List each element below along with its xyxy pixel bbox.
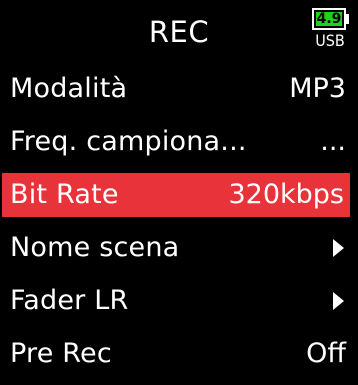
- battery-tip: [346, 14, 349, 24]
- title-bar: REC 4.9 USB: [0, 0, 358, 64]
- menu-item-label: Pre Rec: [10, 338, 112, 369]
- right-arrow-icon: [333, 292, 344, 310]
- menu-item-value: MP3: [289, 73, 346, 104]
- recorder-screen: REC 4.9 USB Modalità MP3 Freq. campiona.…: [0, 0, 358, 369]
- menu-item-label: Modalità: [10, 73, 128, 104]
- menu-item-bit-rate[interactable]: Bit Rate 320kbps: [2, 173, 350, 217]
- menu-item-value: 320kbps: [228, 179, 344, 210]
- rec-menu: Modalità MP3 Freq. campiona... ... Bit R…: [0, 67, 358, 385]
- menu-item-fader-lr[interactable]: Fader LR: [0, 279, 358, 323]
- menu-item-label: Fader LR: [10, 285, 129, 316]
- battery-indicator: 4.9 USB: [312, 6, 349, 52]
- power-source-label: USB: [315, 31, 345, 50]
- menu-item-modalita[interactable]: Modalità MP3: [0, 67, 358, 111]
- screen-title: REC: [148, 15, 210, 49]
- menu-item-freq-campionamento[interactable]: Freq. campiona... ...: [0, 120, 358, 164]
- menu-item-value: ...: [320, 126, 346, 157]
- menu-item-nome-scena[interactable]: Nome scena: [0, 226, 358, 270]
- battery-level: 4.9: [316, 11, 342, 27]
- menu-item-label: Nome scena: [10, 232, 180, 263]
- menu-item-value: Off: [306, 338, 346, 369]
- menu-item-label: Freq. campiona...: [10, 126, 247, 157]
- menu-item-label: Bit Rate: [10, 179, 119, 210]
- menu-item-pre-rec[interactable]: Pre Rec Off: [0, 332, 358, 376]
- right-arrow-icon: [333, 239, 344, 257]
- battery-icon: 4.9: [312, 8, 346, 30]
